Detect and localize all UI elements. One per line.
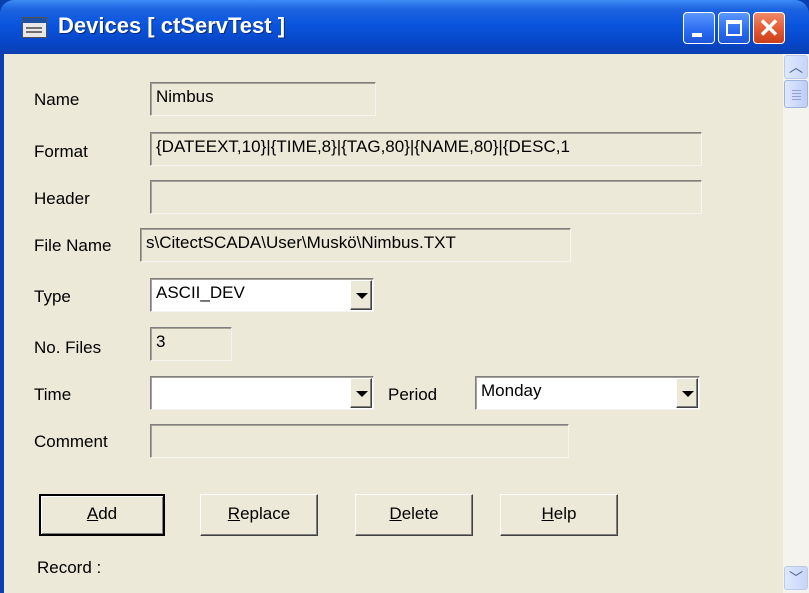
time-label: Time: [34, 385, 72, 404]
delete-button-label: elete: [401, 504, 439, 523]
comment-field[interactable]: [150, 424, 569, 458]
period-label: Period: [388, 385, 438, 404]
scroll-down-button[interactable]: ﹀: [784, 566, 808, 590]
close-icon: ✕: [758, 13, 780, 43]
file-name-field[interactable]: s\CitectSCADA\User\Muskö\Nimbus.TXT: [140, 228, 571, 262]
name-label: Name: [34, 90, 80, 109]
minimize-icon: [692, 33, 702, 37]
type-label: Type: [34, 287, 71, 306]
dialog-body: Name Nimbus Format {DATEEXT,10}|{TIME,8}…: [4, 54, 783, 593]
scroll-thumb[interactable]: [784, 80, 808, 108]
app-form-icon: [22, 17, 47, 38]
header-field[interactable]: [150, 180, 702, 214]
type-dropdown-button[interactable]: [350, 280, 372, 310]
format-label: Format: [34, 142, 88, 161]
help-button[interactable]: Help: [500, 494, 618, 536]
maximize-icon: [726, 20, 742, 36]
minimize-button[interactable]: [683, 12, 715, 44]
file-name-label: File Name: [34, 236, 112, 255]
header-label: Header: [34, 189, 90, 208]
period-select[interactable]: Monday: [475, 376, 700, 410]
no-files-label: No. Files: [34, 338, 102, 357]
help-button-mnemonic: H: [541, 504, 554, 523]
add-button-label: dd: [98, 504, 118, 523]
devices-window: Devices [ ctServTest ] ✕ Name Nimbus For…: [0, 0, 809, 593]
record-status: Record :: [37, 558, 102, 577]
replace-button-label: eplace: [240, 504, 291, 523]
replace-button[interactable]: Replace: [200, 494, 318, 536]
add-button[interactable]: Add: [39, 494, 165, 536]
scroll-up-button[interactable]: ︿: [784, 55, 808, 79]
format-field[interactable]: {DATEEXT,10}|{TIME,8}|{TAG,80}|{NAME,80}…: [150, 132, 702, 166]
replace-button-mnemonic: R: [227, 504, 241, 523]
time-dropdown-button[interactable]: [350, 378, 372, 408]
comment-label: Comment: [34, 432, 108, 451]
vertical-scrollbar[interactable]: ︿ ﹀: [783, 54, 809, 593]
close-button[interactable]: ✕: [753, 12, 785, 44]
delete-button-mnemonic: D: [389, 504, 402, 523]
help-button-label: elp: [553, 504, 577, 523]
maximize-button[interactable]: [718, 12, 750, 44]
period-dropdown-button[interactable]: [676, 378, 698, 408]
chevron-down-icon: [356, 391, 368, 397]
title-bar[interactable]: Devices [ ctServTest ] ✕: [0, 0, 809, 54]
no-files-field[interactable]: 3: [150, 327, 232, 361]
delete-button[interactable]: Delete: [355, 494, 473, 536]
chevron-down-icon: [682, 391, 694, 397]
type-select-value: ASCII_DEV: [156, 283, 245, 302]
chevron-down-icon: ﹀: [789, 570, 803, 586]
type-select[interactable]: ASCII_DEV: [150, 278, 374, 312]
chevron-up-icon: ︿: [789, 59, 803, 75]
time-select[interactable]: [150, 376, 374, 410]
window-title: Devices [ ctServTest ]: [58, 13, 286, 38]
chevron-down-icon: [356, 293, 368, 299]
add-button-mnemonic: A: [86, 504, 99, 523]
name-field[interactable]: Nimbus: [150, 82, 376, 116]
period-select-value: Monday: [481, 381, 542, 400]
